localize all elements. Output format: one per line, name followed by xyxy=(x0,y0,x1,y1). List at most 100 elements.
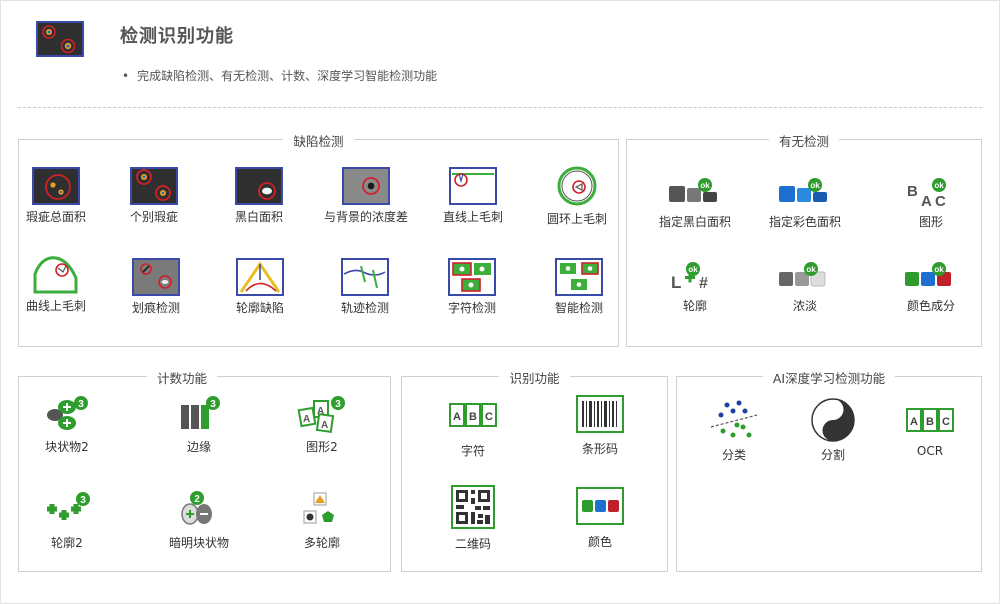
count-badge-text: 3 xyxy=(210,399,216,410)
recognition-panel: 识别功能 A B C 字符 条形码 二维码 颜色 xyxy=(401,371,668,572)
char-b-glyph: B xyxy=(469,411,477,423)
blob-count-item[interactable]: 3 块状物2 xyxy=(17,393,117,455)
char-detect-item[interactable]: 字符检测 xyxy=(422,258,522,316)
char-recog-label: 字符 xyxy=(460,444,485,458)
contour-presence-item[interactable]: L # ok 轮廓 xyxy=(645,260,745,314)
segmentation-item[interactable]: 分割 xyxy=(783,397,883,463)
yin-yang-icon xyxy=(811,398,855,442)
counting-panel-title: 计数功能 xyxy=(147,371,218,386)
light-dark-blob-label: 暗明块状物 xyxy=(168,536,229,550)
ok-badge-text: ok xyxy=(934,265,944,274)
ocr-b-glyph: B xyxy=(926,416,934,428)
defect-total-area-item[interactable]: 瑕疵总面积 xyxy=(6,167,106,225)
bw-area-presence-item[interactable]: ok 指定黑白面积 xyxy=(645,176,745,230)
ok-badge-text: ok xyxy=(688,265,698,274)
shape-count-item[interactable]: A A A 3 图形2 xyxy=(272,393,372,455)
line-burr-item[interactable]: 直线上毛刺 xyxy=(423,167,523,225)
color-component-item[interactable]: ok 颜色成分 xyxy=(881,260,981,314)
ai-panel-title: AI深度学习检测功能 xyxy=(762,371,896,386)
multi-contour-item[interactable]: 多轮廓 xyxy=(272,489,372,551)
multi-contour-label: 多轮廓 xyxy=(303,536,340,550)
qrcode-recog-item[interactable]: 二维码 xyxy=(423,485,523,552)
color-recog-item[interactable]: 颜色 xyxy=(550,487,650,550)
edge-count-item[interactable]: 3 边缘 xyxy=(149,393,249,455)
scratch-detect-icon xyxy=(132,258,180,296)
classification-item[interactable]: 分类 xyxy=(684,397,784,463)
count-badge-text: 3 xyxy=(78,399,84,410)
shade-presence-label: 浓淡 xyxy=(792,299,817,313)
recognition-panel-title: 识别功能 xyxy=(499,371,570,386)
ring-burr-item[interactable]: 圆环上毛刺 xyxy=(527,165,627,227)
edge-count-icon: 3 xyxy=(181,396,220,429)
contour-glyph-l: L xyxy=(671,273,681,292)
contour-presence-icon: L # ok xyxy=(671,262,708,292)
shape-glyph-c: C xyxy=(935,193,946,210)
curve-burr-item[interactable]: 曲线上毛刺 xyxy=(6,252,106,314)
light-dark-blob-item[interactable]: 2 暗明块状物 xyxy=(149,489,249,551)
contour-count-label: 轮廓2 xyxy=(51,536,83,550)
bw-area-presence-label: 指定黑白面积 xyxy=(658,215,731,229)
trajectory-detect-item[interactable]: 轨迹检测 xyxy=(315,258,415,316)
shape-count-glyph: A xyxy=(317,406,324,417)
barcode-recog-item[interactable]: 条形码 xyxy=(550,395,650,457)
blob-count-icon: 3 xyxy=(47,396,88,430)
color-area-presence-item[interactable]: ok 指定彩色面积 xyxy=(755,176,855,230)
ok-badge-text: ok xyxy=(806,265,816,274)
blob-count-label: 块状物2 xyxy=(45,440,89,454)
bw-area-item[interactable]: 黑白面积 xyxy=(209,167,309,225)
light-dark-blob-icon: 2 xyxy=(181,491,212,525)
contour-glyph-hash: # xyxy=(699,275,708,292)
shade-presence-item[interactable]: ok 浓淡 xyxy=(755,260,855,314)
shape-presence-label: 图形 xyxy=(918,215,943,229)
ring-burr-icon xyxy=(557,166,597,206)
classification-icon xyxy=(710,400,758,438)
shape-presence-item[interactable]: B A C ok 图形 xyxy=(881,176,981,230)
shape-glyph-b: B xyxy=(907,183,918,200)
char-a-glyph: A xyxy=(453,411,461,423)
shape-glyph-a: A xyxy=(921,193,932,210)
count-badge-text: 2 xyxy=(194,494,200,505)
contour-count-item[interactable]: 3 轮廓2 xyxy=(17,489,117,551)
bw-area-icon xyxy=(235,167,283,205)
page-description: • 完成缺陷检测、有无检测、计数、深度学习智能检测功能 xyxy=(122,67,437,84)
smart-detect-icon xyxy=(555,258,603,296)
smart-detect-label: 智能检测 xyxy=(554,301,603,315)
qrcode-icon xyxy=(451,485,495,529)
ocr-c-glyph: C xyxy=(942,416,950,428)
presence-detection-panel: 有无检测 ok 指定黑白面积 ok 指定彩色面积 B A C ok 图形 L #… xyxy=(626,134,982,347)
individual-defect-icon xyxy=(130,167,178,205)
density-diff-item[interactable]: 与背景的浓度差 xyxy=(316,167,416,225)
individual-defect-item[interactable]: 个别瑕疵 xyxy=(104,167,204,225)
shape-count-glyph: A xyxy=(321,420,328,431)
qrcode-recog-label: 二维码 xyxy=(454,537,491,551)
line-burr-icon xyxy=(449,167,497,205)
contour-defect-item[interactable]: 轮廓缺陷 xyxy=(210,258,310,316)
shape-count-icon: A A A 3 xyxy=(297,396,345,434)
bw-area-label: 黑白面积 xyxy=(234,210,283,224)
counting-panel: 计数功能 3 块状物2 3 边缘 A A A 3 图形2 3 轮廓2 2 暗明块… xyxy=(17,371,391,572)
ocr-a-glyph: A xyxy=(910,416,918,428)
shape-count-label: 图形2 xyxy=(306,440,338,454)
multi-contour-icon xyxy=(303,492,334,524)
count-badge-text: 3 xyxy=(80,495,86,506)
color-component-label: 颜色成分 xyxy=(906,299,955,313)
smart-detect-item[interactable]: 智能检测 xyxy=(529,258,629,316)
color-component-icon: ok xyxy=(905,262,951,286)
defect-total-area-icon xyxy=(32,167,80,205)
color-area-presence-label: 指定彩色面积 xyxy=(768,215,841,229)
scratch-detect-item[interactable]: 划痕检测 xyxy=(106,258,206,316)
barcode-recog-label: 条形码 xyxy=(581,442,618,456)
density-diff-icon xyxy=(342,167,390,205)
description-text: 完成缺陷检测、有无检测、计数、深度学习智能检测功能 xyxy=(137,69,438,83)
classification-label: 分类 xyxy=(721,448,746,462)
line-burr-label: 直线上毛刺 xyxy=(442,210,503,224)
ocr-icon: A B C xyxy=(906,408,954,432)
char-recog-item[interactable]: A B C 字符 xyxy=(423,400,523,459)
trajectory-detect-icon xyxy=(341,258,389,296)
barcode-icon xyxy=(576,395,624,433)
color-recog-label: 颜色 xyxy=(587,535,612,549)
shape-count-glyph: A xyxy=(303,414,310,425)
contour-defect-label: 轮廓缺陷 xyxy=(235,301,284,315)
char-detect-label: 字符检测 xyxy=(447,301,496,315)
ocr-item[interactable]: A B C OCR xyxy=(880,405,980,458)
